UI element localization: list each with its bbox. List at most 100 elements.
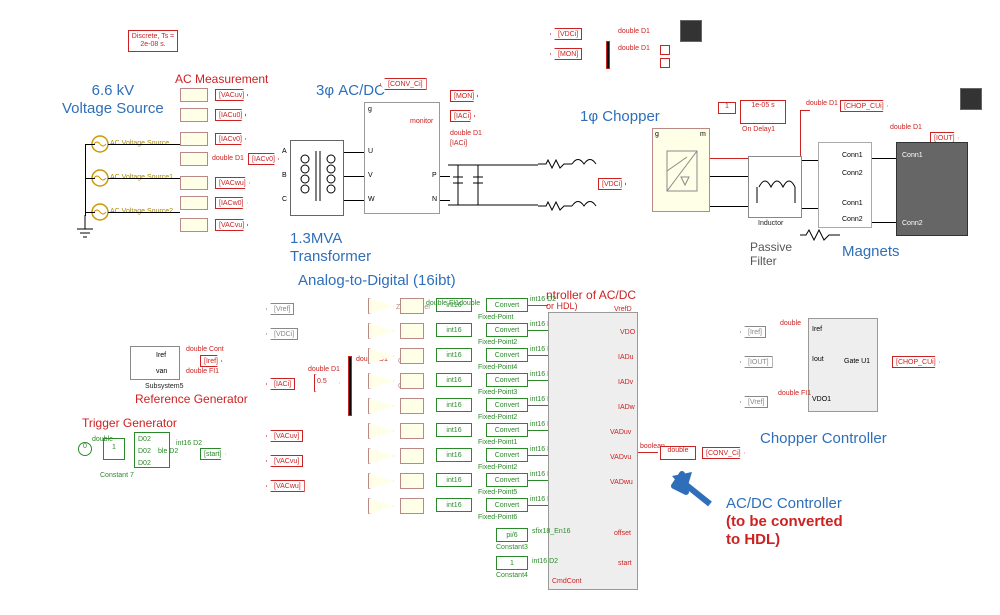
iacu-tag: [IACu0]	[215, 109, 246, 121]
wg	[528, 330, 548, 331]
gain-row1[interactable]	[368, 298, 394, 314]
int16-9[interactable]: int16	[436, 498, 472, 512]
const4[interactable]: 1	[496, 556, 528, 570]
const-1e5-val: 1	[719, 103, 735, 110]
conv-port-n: N	[432, 196, 437, 203]
int16-6[interactable]: int16	[436, 423, 472, 437]
trig-d02b: D02	[138, 448, 151, 455]
wire	[344, 200, 364, 201]
cc-dbl-fi: double FI1	[778, 390, 811, 397]
ctrl-offset: offset	[614, 530, 631, 537]
wire	[85, 144, 95, 145]
vacuv-tag: [VACuv]	[215, 89, 248, 101]
ref-gen-block[interactable]	[130, 346, 180, 380]
zoh-2[interactable]	[400, 323, 424, 339]
cc-vref: [Vref]	[740, 396, 768, 408]
scope-1[interactable]	[680, 20, 702, 42]
demux-1[interactable]	[606, 41, 610, 69]
i-meas-2[interactable]	[180, 152, 208, 166]
zoh-3[interactable]	[400, 348, 424, 364]
zoh-9[interactable]	[400, 498, 424, 514]
term-2[interactable]	[660, 58, 670, 68]
gain-row7[interactable]	[368, 448, 394, 464]
ctrl-vaduv: VADuv	[610, 429, 631, 436]
zoh-4[interactable]	[400, 373, 424, 389]
conv-2[interactable]: Convert	[486, 323, 528, 337]
adc-iaci: [IACi]	[266, 378, 295, 390]
wg	[528, 355, 548, 356]
chopper-ctrl-label: Chopper Controller	[760, 430, 887, 448]
wire	[344, 152, 364, 153]
conv-ci-out: [CONV_Ci]	[702, 447, 745, 459]
conv-4[interactable]: Convert	[486, 373, 528, 387]
pf-conn1: Conn1	[842, 152, 863, 159]
pi6-const[interactable]: pi/6	[496, 528, 528, 542]
conv-3[interactable]: Convert	[486, 348, 528, 362]
mon-tag: [MON]	[450, 90, 478, 102]
int16-2[interactable]: int16	[436, 323, 472, 337]
conv-5[interactable]: Convert	[486, 398, 528, 412]
gain-row5[interactable]	[368, 398, 394, 414]
int16-5[interactable]: int16	[436, 398, 472, 412]
conv-7[interactable]: Convert	[486, 448, 528, 462]
gain-row6[interactable]	[368, 423, 394, 439]
conv-port-v: V	[368, 172, 373, 179]
transformer-block[interactable]	[290, 140, 344, 216]
wire-red	[800, 110, 801, 160]
v-meas-2[interactable]	[180, 132, 208, 146]
wg	[528, 480, 548, 481]
v-meas-3[interactable]	[180, 176, 208, 190]
int16-4[interactable]: int16	[436, 373, 472, 387]
mon-top: [MON]	[550, 48, 582, 60]
inductor-block[interactable]	[748, 156, 802, 218]
dc-link-caps-icon	[448, 155, 538, 215]
ctrl-iadv: IADv	[618, 379, 633, 386]
int16-8[interactable]: int16	[436, 473, 472, 487]
fp-8: Fixed-Point5	[478, 489, 517, 496]
vacvu-tag: [IACv0]	[215, 133, 246, 145]
int16-3[interactable]: int16	[436, 348, 472, 362]
on-delay-val: 1e-05 s	[741, 101, 785, 109]
v-meas-1[interactable]	[180, 88, 208, 102]
trig-inport[interactable]: 0	[78, 442, 92, 456]
t-port-b: B	[282, 172, 287, 179]
transformer-label: 1.3MVA Transformer	[290, 230, 371, 266]
conv-9[interactable]: Convert	[486, 498, 528, 512]
dbl-cont: double Cont	[186, 346, 224, 353]
wire	[802, 208, 818, 209]
zoh-1[interactable]	[400, 298, 424, 314]
on-delay-label: On Delay1	[742, 126, 775, 133]
zoh-5[interactable]	[400, 398, 424, 414]
v-meas-4[interactable]	[180, 218, 208, 232]
zoh-8[interactable]	[400, 473, 424, 489]
i-meas-1[interactable]	[180, 108, 208, 122]
conv-6[interactable]: Convert	[486, 423, 528, 437]
fp-5: Fixed-Point2	[478, 414, 517, 421]
chopper-block[interactable]	[652, 128, 710, 212]
term-1[interactable]	[660, 45, 670, 55]
zoh-6[interactable]	[400, 423, 424, 439]
iaci-tag: [IACi]	[450, 110, 475, 122]
gain-row2[interactable]	[368, 323, 394, 339]
int16-7[interactable]: int16	[436, 448, 472, 462]
wr	[638, 452, 658, 453]
out-double[interactable]: double	[660, 446, 696, 460]
i-meas-3[interactable]	[180, 196, 208, 210]
gain-row9[interactable]	[368, 498, 394, 514]
t-port-a: A	[282, 148, 287, 155]
conv-8[interactable]: Convert	[486, 473, 528, 487]
wire	[108, 144, 180, 145]
scope-2[interactable]	[960, 88, 982, 110]
gain-row8[interactable]	[368, 473, 394, 489]
fp-3: Fixed-Point4	[478, 364, 517, 371]
chop-cui-tag: [CHOP_CUi]	[840, 100, 888, 112]
magnets-label: Magnets	[842, 243, 900, 261]
int16-trig: int16 D2	[176, 440, 202, 447]
conv-1[interactable]: Convert	[486, 298, 528, 312]
demux-2[interactable]	[348, 356, 352, 416]
wire	[440, 176, 450, 177]
gain-row4[interactable]	[368, 373, 394, 389]
const-1e5[interactable]: 1	[718, 102, 736, 114]
zoh-7[interactable]	[400, 448, 424, 464]
on-delay-block[interactable]: 1e-05 s	[740, 100, 786, 124]
